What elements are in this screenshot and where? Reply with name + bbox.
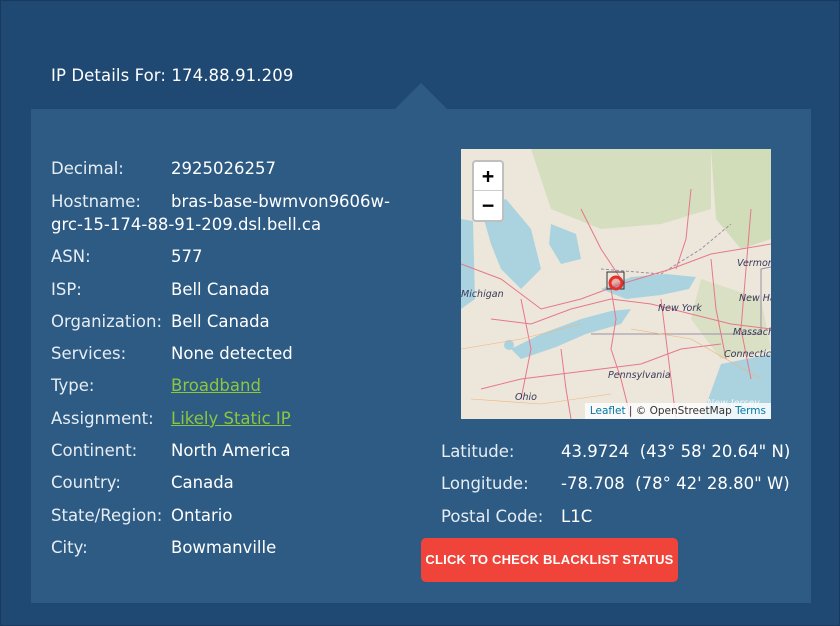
check-blacklist-button[interactable]: CLICK TO CHECK BLACKLIST STATUS (421, 538, 678, 582)
leaflet-link[interactable]: Leaflet (590, 405, 626, 417)
services-value: None detected (171, 344, 293, 363)
continent-value: North America (171, 441, 291, 460)
map-label-new-hampshire: New Ha (739, 293, 771, 304)
city-value: Bowmanville (171, 538, 277, 557)
longitude-label: Longitude: (441, 474, 529, 493)
longitude-value: -78.708 (78° 42' 28.80" W) (561, 474, 790, 493)
hostname-value-line1: bras-base-bwmvon9606w- (171, 192, 391, 211)
organization-value: Bell Canada (171, 312, 270, 331)
location-map[interactable]: Michigan New York Pennsylvania Ohio Verm… (461, 149, 771, 419)
assignment-label: Assignment: (51, 409, 154, 428)
hostname-label: Hostname: (51, 192, 141, 211)
organization-label: Organization: (51, 312, 163, 331)
zoom-control: + − (472, 160, 504, 222)
isp-value: Bell Canada (171, 280, 270, 299)
map-label-connecticut: Connectic (724, 349, 771, 360)
decimal-label: Decimal: (51, 159, 124, 178)
country-label: Country: (51, 473, 121, 492)
city-label: City: (51, 538, 88, 557)
map-attribution: Leaflet | © OpenStreetMap Terms (584, 403, 771, 419)
map-label-pennsylvania: Pennsylvania (608, 370, 671, 381)
zoom-in-button[interactable]: + (474, 162, 502, 191)
asn-label: ASN: (51, 247, 91, 266)
latitude-label: Latitude: (441, 442, 515, 461)
type-label: Type: (51, 376, 95, 395)
postal-code-label: Postal Code: (441, 507, 544, 526)
assignment-link[interactable]: Likely Static IP (171, 407, 291, 431)
postal-code-value: L1C (561, 507, 593, 526)
continent-label: Continent: (51, 441, 138, 460)
type-link[interactable]: Broadband (171, 374, 261, 398)
state-label: State/Region: (51, 506, 163, 525)
hostname-value-line2: grc-15-174-88-91-209.dsl.bell.ca (51, 215, 322, 234)
location-circle-icon[interactable] (608, 275, 624, 291)
map-label-michigan: Michigan (461, 289, 504, 300)
latitude-value: 43.9724 (43° 58' 20.64" N) (561, 442, 791, 461)
map-label-vermont: Vermor (737, 258, 771, 269)
services-label: Services: (51, 344, 127, 363)
attribution-text: | © OpenStreetMap (625, 405, 736, 417)
asn-value: 577 (171, 247, 203, 266)
zoom-out-button[interactable]: − (474, 191, 502, 220)
map-label-ohio: Ohio (515, 392, 537, 403)
country-value: Canada (171, 473, 234, 492)
decimal-value: 2925026257 (171, 159, 276, 178)
isp-label: ISP: (51, 280, 82, 299)
panel-notch (395, 83, 447, 109)
state-value: Ontario (171, 506, 233, 525)
terms-link[interactable]: Terms (735, 405, 766, 417)
page-title: IP Details For: 174.88.91.209 (51, 66, 294, 85)
map-label-new-york: New York (658, 303, 702, 314)
map-label-massachusetts: Massach (733, 327, 771, 338)
